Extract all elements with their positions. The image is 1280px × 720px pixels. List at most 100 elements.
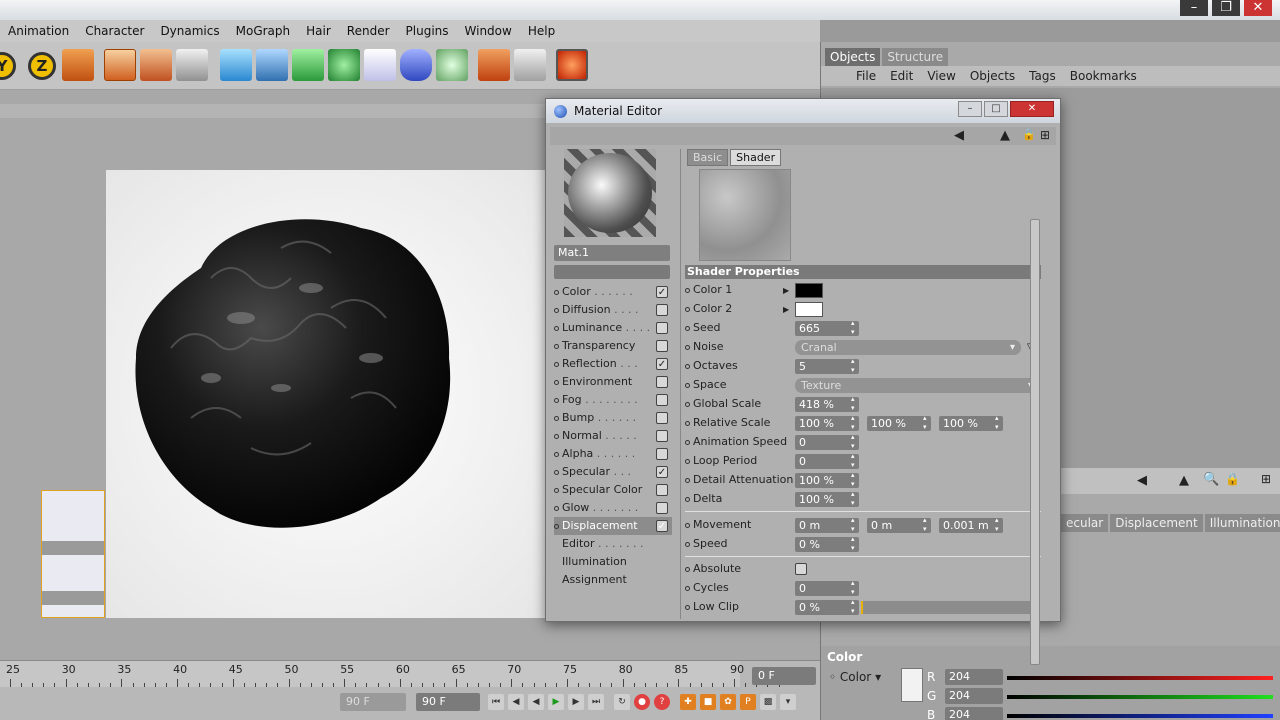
axis-z-icon[interactable]: Z [28,52,56,80]
absolute-checkbox[interactable] [795,563,807,575]
menu-animation[interactable]: Animation [0,24,77,38]
channel-environment[interactable]: Environment [554,373,672,391]
key-position-icon[interactable]: ✚ [680,694,696,710]
scrollbar[interactable] [1030,219,1040,665]
green-slider[interactable] [1007,695,1273,699]
menu-objects[interactable]: Objects [963,69,1022,83]
lock-icon[interactable]: 🔒 [1225,472,1240,486]
expand-icon[interactable]: ▶ [783,282,789,300]
minimize-icon[interactable]: – [958,101,982,117]
material-preview[interactable] [564,149,656,237]
relative-scale-y-field[interactable]: 100 % [867,414,931,432]
delta-field[interactable]: 100 % [795,490,859,508]
channel-checkbox[interactable] [656,340,668,352]
close-icon[interactable]: ✕ [1010,101,1054,117]
item-assignment[interactable]: Assignment [554,571,672,589]
item-illumination[interactable]: Illumination [554,553,672,571]
channel-checkbox[interactable] [656,304,668,316]
loop-period-field[interactable]: 0 [795,452,859,470]
new-panel-icon[interactable]: ⊞ [1261,472,1271,486]
tab-basic[interactable]: Basic [687,149,729,166]
channel-checkbox[interactable]: ✓ [656,466,668,478]
channel-normal[interactable]: Normal . . . . . [554,427,672,445]
maximize-icon[interactable]: □ [984,101,1008,117]
render-picture-viewer-icon[interactable] [140,49,172,81]
color-swatch[interactable] [901,668,923,702]
up-arrow-icon[interactable]: ▲ [1179,473,1189,488]
red-slider[interactable] [1007,676,1273,680]
channel-checkbox[interactable] [656,412,668,424]
channel-specular[interactable]: Specular . . . ✓ [554,463,672,481]
loop-icon[interactable]: ↻ [614,694,630,710]
go-to-end-icon[interactable]: ⏭ [588,694,604,710]
menu-tags[interactable]: Tags [1022,69,1063,83]
item-editor[interactable]: Editor . . . . . . . [554,535,672,553]
channel-checkbox[interactable] [656,484,668,496]
menu-edit[interactable]: Edit [883,69,920,83]
go-to-start-icon[interactable]: ⏮ [488,694,504,710]
key-parameter-icon[interactable]: P [740,694,756,710]
current-frame-field[interactable]: 0 F [752,667,816,685]
relative-scale-x-field[interactable]: 100 % [795,414,859,432]
channel-fog[interactable]: Fog . . . . . . . . [554,391,672,409]
lock-icon[interactable]: 🔒 [1022,128,1036,141]
record-icon[interactable]: ● [634,694,650,710]
tab-shader[interactable]: Shader [730,149,782,166]
material-name-field[interactable]: Mat.1 [554,245,670,261]
scheme-icon[interactable]: ▾ [780,694,796,710]
scene-icon[interactable] [400,49,432,81]
particles-icon[interactable] [436,49,468,81]
tab-objects[interactable]: Objects [825,48,881,66]
channel-checkbox[interactable] [656,322,668,334]
menu-hair[interactable]: Hair [298,24,339,38]
script-manager-icon[interactable] [514,49,546,81]
new-window-icon[interactable]: ⊞ [1040,128,1050,142]
expand-icon[interactable]: ▶ [783,301,789,319]
channel-checkbox[interactable] [656,394,668,406]
green-value-field[interactable]: 204 [945,688,1003,704]
restore-icon[interactable]: ❐ [1212,0,1240,16]
menu-window[interactable]: Window [457,24,520,38]
next-key-icon[interactable]: ▶ [568,694,584,710]
axis-y-icon[interactable]: Y [0,52,16,80]
search-icon[interactable]: 🔍 [1203,472,1219,487]
channel-luminance[interactable]: Luminance . . . . [554,319,672,337]
cube-primitive-icon[interactable] [220,49,252,81]
key-rotation-icon[interactable]: ✿ [720,694,736,710]
low-clip-field[interactable]: 0 % [795,598,859,616]
low-clip-slider[interactable] [861,601,1039,614]
channel-checkbox[interactable] [656,376,668,388]
back-arrow-icon[interactable]: ◀ [1137,473,1147,488]
key-scale-icon[interactable]: ■ [700,694,716,710]
array-icon[interactable] [328,49,360,81]
animation-speed-field[interactable]: 0 [795,433,859,451]
menu-render[interactable]: Render [339,24,398,38]
cycles-field[interactable]: 0 [795,579,859,597]
channel-bump[interactable]: Bump . . . . . . [554,409,672,427]
deformer-icon[interactable] [364,49,396,81]
autokey-icon[interactable]: ? [654,694,670,710]
channel-alpha[interactable]: Alpha . . . . . . [554,445,672,463]
tab-displacement[interactable]: Displacement [1110,514,1203,532]
color1-swatch[interactable] [795,283,823,298]
nurbs-icon[interactable] [292,49,324,81]
global-scale-field[interactable]: 418 % [795,395,859,413]
channel-checkbox[interactable]: ✓ [656,358,668,370]
render-settings-icon[interactable] [176,49,208,81]
play-icon[interactable]: ▶ [548,694,564,710]
tab-structure[interactable]: Structure [882,48,949,66]
relative-scale-z-field[interactable]: 100 % [939,414,1003,432]
detail-attenuation-field[interactable]: 100 % [795,471,859,489]
seed-field[interactable]: 665 [795,319,859,337]
menu-view[interactable]: View [920,69,962,83]
menu-bookmarks[interactable]: Bookmarks [1063,69,1144,83]
channel-transparency[interactable]: Transparency [554,337,672,355]
space-dropdown[interactable]: Texture [795,378,1039,393]
render-thumbnails[interactable] [41,490,105,618]
previous-key-icon[interactable]: ◀ [508,694,524,710]
minimize-icon[interactable]: – [1180,0,1208,16]
menu-help[interactable]: Help [520,24,563,38]
menu-file[interactable]: File [849,69,883,83]
channel-checkbox[interactable] [656,430,668,442]
menu-plugins[interactable]: Plugins [398,24,457,38]
